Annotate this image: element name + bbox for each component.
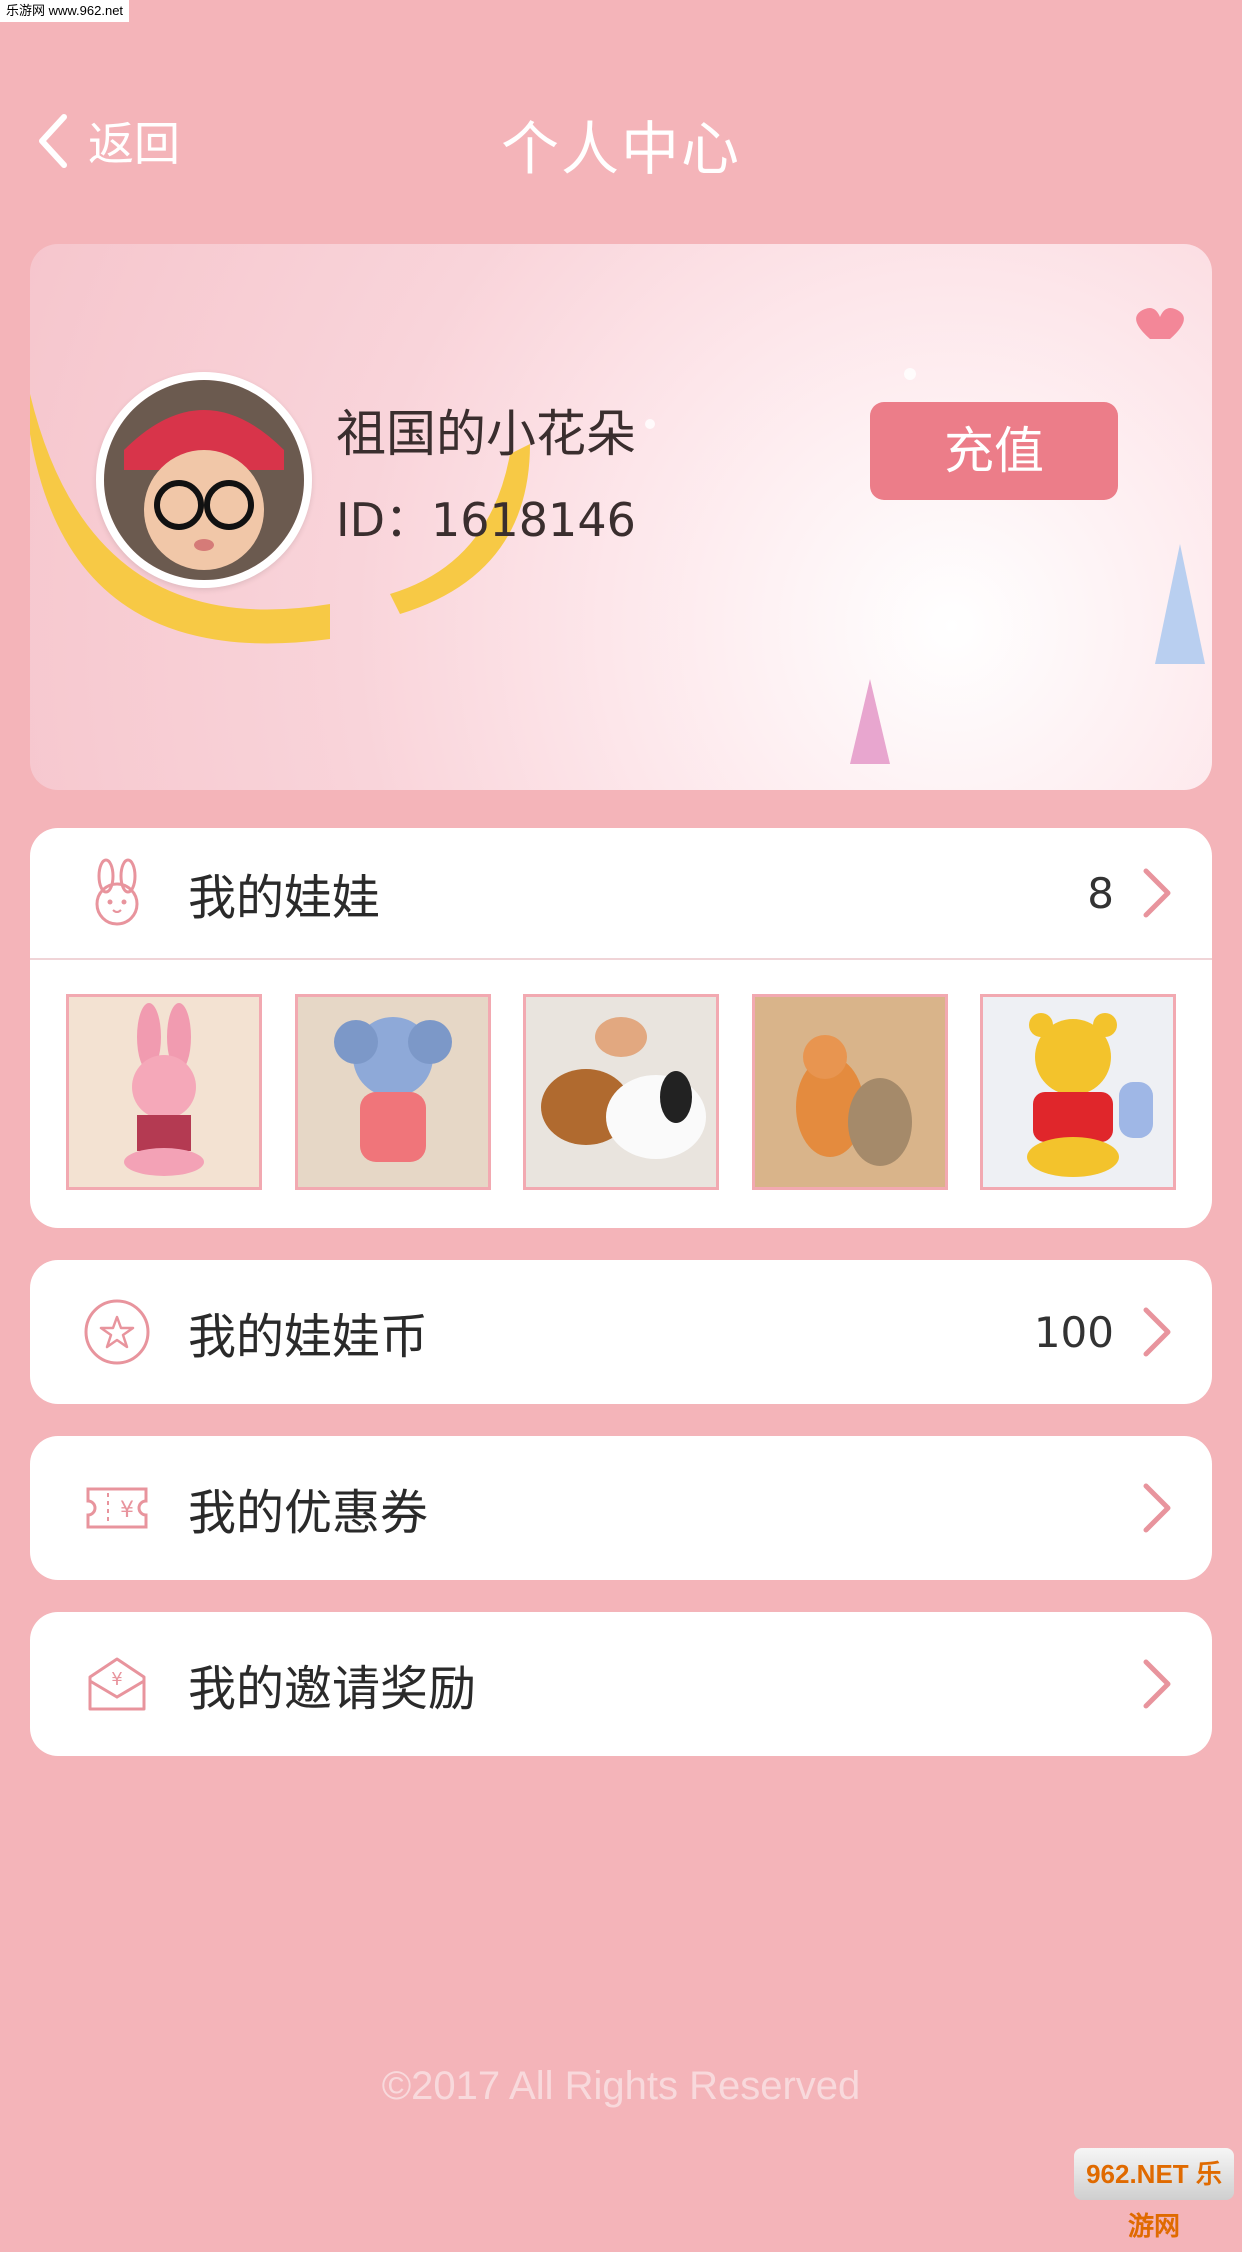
doll-thumbnail-dogs[interactable]	[523, 994, 719, 1190]
my-dolls-label: 我的娃娃	[188, 870, 381, 926]
profile-card: 祖国的小花朵 ID：1618146 充值	[30, 244, 1212, 790]
chevron-right-icon	[1143, 1659, 1171, 1709]
my-coins-count: 100	[1033, 1307, 1114, 1357]
user-id: ID：1618146	[336, 493, 636, 547]
coupon-icon: ¥	[86, 1487, 148, 1529]
watermark-bottom: 962.NET 乐游网	[1074, 2148, 1234, 2241]
nickname: 祖国的小花朵	[336, 405, 636, 463]
svg-text:¥: ¥	[120, 1498, 134, 1523]
my-invite-row[interactable]: ¥ 我的邀请奖励	[30, 1612, 1212, 1756]
page-title: 个人中心	[500, 115, 741, 183]
chevron-right-icon	[1143, 868, 1171, 918]
my-coins-row[interactable]: 我的娃娃币 100	[30, 1260, 1212, 1404]
my-dolls-count: 8	[1087, 868, 1114, 918]
doll-thumbnail-bunny[interactable]	[66, 994, 262, 1190]
reward-envelope-icon: ¥	[88, 1657, 146, 1711]
star-coin-icon	[84, 1299, 150, 1365]
doll-thumbnail-elephant[interactable]	[294, 994, 491, 1190]
bunny-icon	[95, 858, 139, 926]
my-coins-label: 我的娃娃币	[188, 1309, 429, 1365]
my-coupons-label: 我的优惠券	[188, 1485, 429, 1541]
my-dolls-row[interactable]: 我的娃娃 8	[30, 828, 1212, 958]
doll-thumbnails	[30, 960, 1212, 1190]
recharge-button[interactable]: 充值	[870, 402, 1118, 500]
my-coupons-card: ¥ 我的优惠券	[30, 1436, 1212, 1580]
my-coins-card: 我的娃娃币 100	[30, 1260, 1212, 1404]
copyright-footer: ©2017 All Rights Reserved	[381, 2064, 861, 2108]
my-invite-card: ¥ 我的邀请奖励	[30, 1612, 1212, 1756]
chevron-right-icon	[1143, 1307, 1171, 1357]
chevron-right-icon	[1143, 1483, 1171, 1533]
doll-thumbnail-squirrels[interactable]	[751, 994, 948, 1190]
doll-thumbnail-pooh[interactable]	[980, 994, 1176, 1190]
my-invite-label: 我的邀请奖励	[188, 1661, 477, 1717]
svg-text:¥: ¥	[111, 1669, 122, 1690]
my-coupons-row[interactable]: ¥ 我的优惠券	[30, 1436, 1212, 1580]
avatar[interactable]	[96, 372, 312, 588]
my-dolls-card: 我的娃娃 8	[30, 828, 1212, 1228]
watermark-top: 乐游网 www.962.net	[0, 0, 130, 22]
